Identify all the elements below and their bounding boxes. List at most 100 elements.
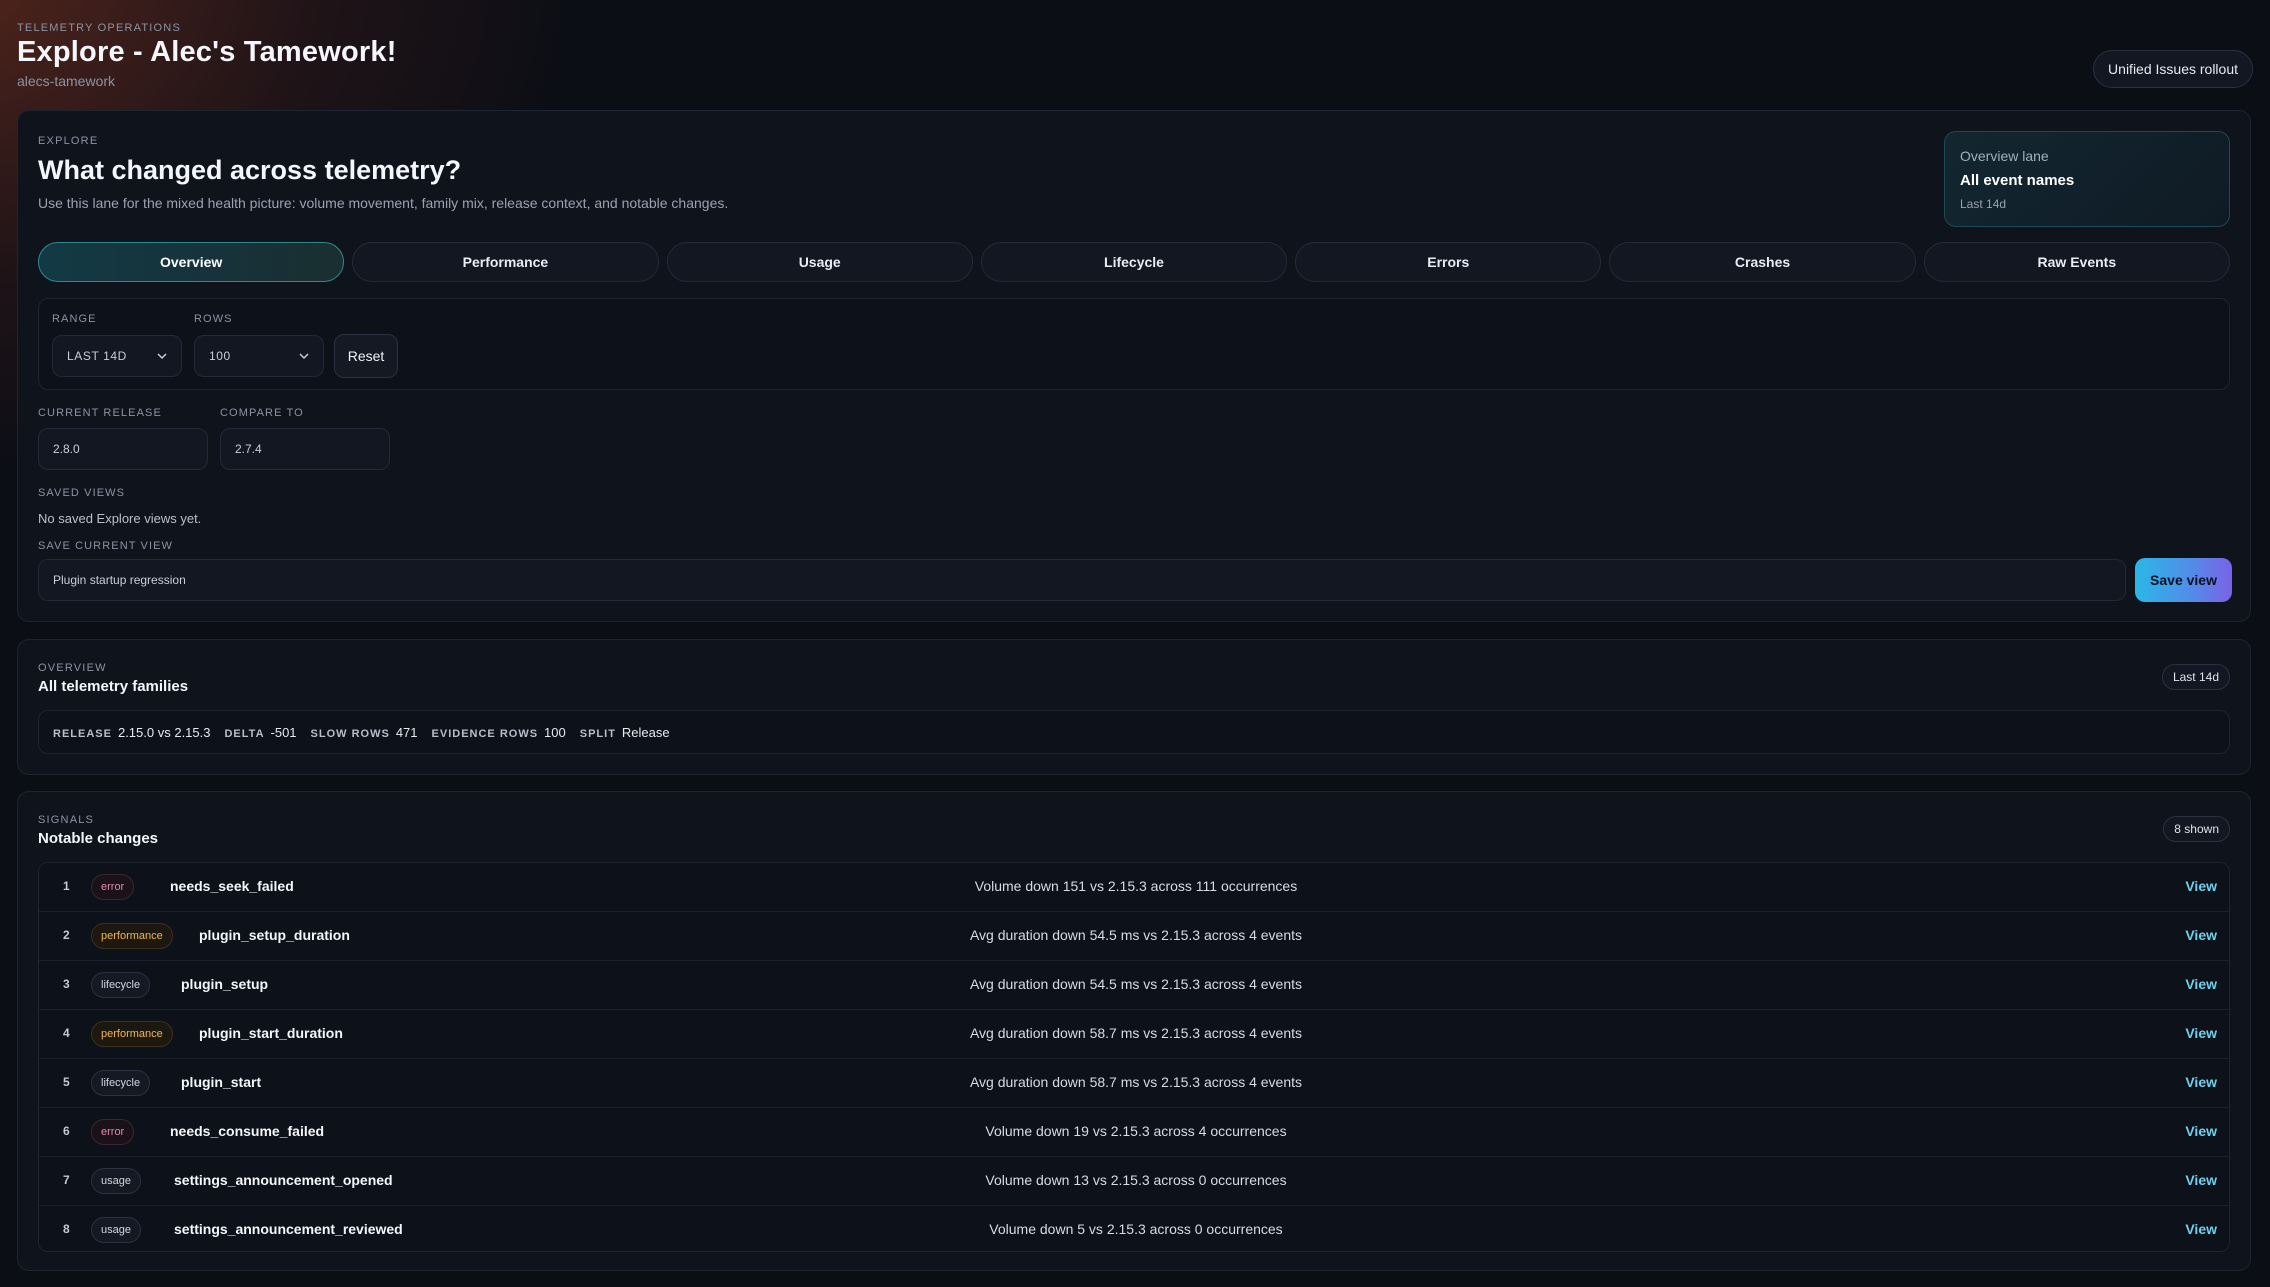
view-signal-link[interactable]: View	[2185, 1025, 2217, 1041]
stat-release: RELEASE 2.15.0 vs 2.15.3	[53, 725, 210, 740]
tab-errors[interactable]: Errors	[1295, 242, 1602, 282]
signal-rank: 8	[63, 1222, 70, 1236]
signal-description: Avg duration down 54.5 ms vs 2.15.3 acro…	[969, 976, 1303, 992]
tab-performance[interactable]: Performance	[352, 242, 659, 282]
tab-usage[interactable]: Usage	[666, 242, 973, 282]
current-release-input[interactable]: 2.8.0	[38, 428, 208, 470]
current-release-label: CURRENT RELEASE	[38, 407, 162, 419]
stat-key: EVIDENCE ROWS	[431, 727, 539, 740]
signal-event-name: plugin_setup	[181, 976, 269, 992]
stat-value: 100	[544, 724, 566, 740]
compare-to-input[interactable]: 2.7.4	[220, 428, 390, 470]
save-view-name-input[interactable]: Plugin startup regression	[38, 559, 2126, 601]
view-signal-link[interactable]: View	[2185, 1221, 2217, 1237]
filter-bar: RANGE LAST 14D ROWS 100 Reset	[38, 298, 2230, 390]
signal-description: Volume down 13 vs 2.15.3 across 0 occurr…	[985, 1172, 1287, 1188]
page-header: TELEMETRY OPERATIONS Explore - Alec's Ta…	[17, 22, 2253, 92]
stat-value: 471	[395, 724, 418, 740]
saved-views-label: SAVED VIEWS	[38, 487, 126, 499]
signal-rank: 5	[63, 1075, 70, 1089]
overview-eyebrow: OVERVIEW	[38, 662, 107, 674]
explore-eyebrow: EXPLORE	[38, 135, 99, 147]
stat-value: Release	[621, 724, 670, 740]
signal-row[interactable]: 2 performance plugin_setup_duration Avg dur…	[39, 912, 2229, 961]
stat-key: RELEASE	[53, 727, 112, 740]
stat-delta: DELTA -501	[224, 725, 296, 740]
stat-split: SPLIT Release	[580, 725, 670, 740]
signal-type-badge: error	[91, 874, 135, 900]
overview-stats-bar: RELEASE 2.15.0 vs 2.15.3 DELTA -501 SLOW R…	[38, 710, 2230, 754]
signal-type-badge: performance	[91, 1021, 173, 1047]
signal-event-name: settings_announcement_reviewed	[174, 1221, 403, 1237]
range-select-value: LAST 14D	[67, 349, 127, 363]
stat-value: -501	[270, 724, 297, 740]
signal-rank: 3	[63, 977, 70, 991]
tab-crashes[interactable]: Crashes	[1609, 242, 1916, 282]
signals-eyebrow: SIGNALS	[38, 814, 95, 826]
signal-row[interactable]: 8 usage settings_announcement_reviewed Volu…	[39, 1206, 2229, 1251]
signal-rank: 6	[63, 1124, 70, 1138]
reset-button[interactable]: Reset	[334, 334, 398, 378]
range-label: RANGE	[52, 313, 97, 325]
view-signal-link[interactable]: View	[2185, 927, 2217, 943]
signal-description: Avg duration down 58.7 ms vs 2.15.3 acro…	[969, 1074, 1303, 1090]
view-signal-link[interactable]: View	[2185, 1123, 2217, 1139]
signal-description: Avg duration down 54.5 ms vs 2.15.3 acro…	[969, 927, 1303, 943]
signal-event-name: plugin_setup_duration	[199, 927, 350, 943]
overview-title: All telemetry families	[38, 678, 189, 695]
stat-slow-rows: SLOW ROWS 471	[311, 725, 418, 740]
view-signal-link[interactable]: View	[2185, 976, 2217, 992]
tab-raw-events[interactable]: Raw Events	[1923, 242, 2230, 282]
signal-row[interactable]: 7 usage settings_announcement_opened Volume…	[39, 1157, 2229, 1206]
signals-panel: SIGNALS Notable changes 8 shown 1 error ne…	[17, 791, 2251, 1271]
signal-description: Avg duration down 58.7 ms vs 2.15.3 acro…	[969, 1025, 1303, 1041]
save-view-button[interactable]: Save view	[2135, 558, 2232, 602]
signal-description: Volume down 151 vs 2.15.3 across 111 occ…	[974, 878, 1298, 894]
signal-row[interactable]: 6 error needs_consume_failed Volume down 19…	[39, 1108, 2229, 1157]
stat-evidence-rows: EVIDENCE ROWS 100	[432, 725, 566, 740]
signal-row[interactable]: 1 error needs_seek_failed Volume down 151 v…	[39, 863, 2229, 912]
overview-range-pill: Last 14d	[2161, 664, 2230, 690]
signal-event-name: plugin_start_duration	[199, 1025, 343, 1041]
signal-row[interactable]: 3 lifecycle plugin_setup Avg duration down …	[39, 961, 2229, 1010]
signals-title: Notable changes	[38, 830, 159, 847]
signal-type-badge: usage	[91, 1168, 141, 1194]
rows-select[interactable]: 100	[194, 335, 324, 377]
signal-description: Volume down 5 vs 2.15.3 across 0 occurre…	[989, 1221, 1283, 1237]
stat-value: 2.15.0 vs 2.15.3	[117, 724, 211, 740]
save-current-view-label: SAVE CURRENT VIEW	[38, 540, 174, 552]
tab-overview[interactable]: Overview	[38, 242, 345, 282]
overview-lane-card: Overview lane All event names Last 14d	[1944, 131, 2230, 227]
chevron-down-icon	[157, 353, 167, 360]
lane-range: Last 14d	[1960, 197, 2007, 211]
signal-rank: 1	[63, 879, 70, 893]
stat-key: SPLIT	[579, 727, 616, 740]
explore-description: Use this lane for the mixed health pictu…	[38, 195, 729, 211]
signal-type-badge: lifecycle	[91, 972, 151, 998]
lane-tabs: Overview Performance Usage Lifecycle Err…	[38, 242, 2230, 282]
compare-to-label: COMPARE TO	[220, 407, 304, 419]
explore-panel: EXPLORE What changed across telemetry? U…	[17, 110, 2251, 622]
rows-select-value: 100	[209, 349, 231, 363]
rows-label: ROWS	[194, 313, 233, 325]
project-slug: alecs-tamework	[17, 73, 116, 89]
signal-event-name: needs_consume_failed	[170, 1123, 325, 1139]
view-signal-link[interactable]: View	[2185, 1172, 2217, 1188]
view-signal-link[interactable]: View	[2185, 878, 2217, 894]
explore-title: What changed across telemetry?	[38, 155, 462, 185]
chevron-down-icon	[299, 353, 309, 360]
overview-panel: OVERVIEW All telemetry families Last 14d…	[17, 639, 2251, 775]
signal-row[interactable]: 5 lifecycle plugin_start Avg duration down …	[39, 1059, 2229, 1108]
unified-issues-rollout-button[interactable]: Unified Issues rollout	[2093, 50, 2253, 88]
range-select[interactable]: LAST 14D	[52, 335, 182, 377]
saved-views-empty: No saved Explore views yet.	[38, 511, 202, 526]
lane-label: Overview lane	[1960, 148, 2049, 164]
view-signal-link[interactable]: View	[2185, 1074, 2217, 1090]
tab-lifecycle[interactable]: Lifecycle	[980, 242, 1288, 282]
stat-key: SLOW ROWS	[310, 727, 390, 740]
signal-row[interactable]: 4 performance plugin_start_duration Avg dur…	[39, 1010, 2229, 1059]
page-title: Explore - Alec's Tamework!	[17, 36, 397, 68]
signal-type-badge: lifecycle	[91, 1070, 151, 1096]
signal-type-badge: usage	[91, 1217, 141, 1243]
signal-rank: 4	[63, 1026, 70, 1040]
